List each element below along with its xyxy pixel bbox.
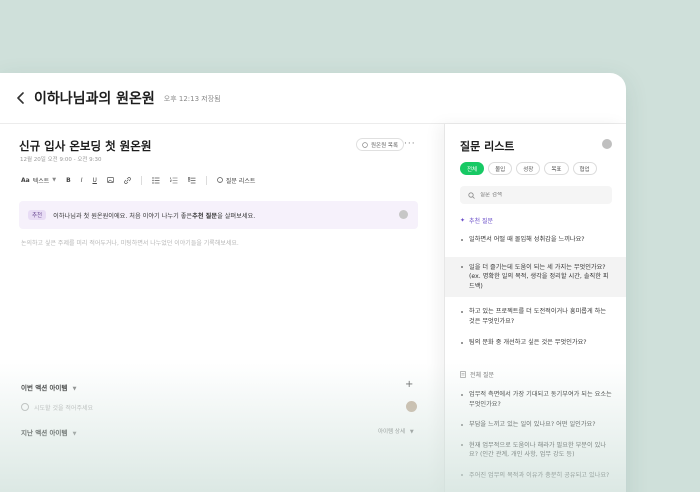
action-items-title: 이번 액션 아이템 [21,384,68,392]
list-item[interactable]: 업무적 측면에서 가장 기대되고 동기부여가 되는 요소는 무엇인가요? [445,390,626,409]
list-item[interactable]: 일을 더 즐기는데 도움이 되는 세 가지는 무엇인가요? (ex. 명확한 일… [445,256,626,297]
document-editor: 신규 입사 온보딩 첫 원온원 12월 20일 오전 9:00 - 오전 9:3… [0,124,444,492]
prev-action-items-title: 지난 액션 아이템 [21,429,68,437]
banner-text-suffix: 을 살펴보세요. [217,212,256,220]
question-list-label: 질문 리스트 [225,177,256,185]
saved-status: 오후 12:13 저장됨 [163,94,221,103]
recommended-label: 추천 질문 [469,218,494,225]
chip-growth[interactable]: 성장 [516,162,541,175]
sparkle-icon: ✦ [460,217,466,224]
item-detail-button[interactable]: 아이템 상세 ▼ [378,427,414,435]
banner-highlight: 추천 질문 [192,212,218,220]
list-item[interactable]: 일하면서 어떨 때 몰입해 성취감을 느끼나요? [445,235,626,245]
todo-checkbox[interactable] [21,403,29,411]
one-on-one-list-button[interactable]: 원온원 목록 [356,138,405,151]
top-bar: 이하나님과의 원온원 오후 12:13 저장됨 [0,73,626,124]
more-icon[interactable]: ··· [404,139,416,149]
editor-placeholder[interactable]: 논의하고 싶은 주제를 미리 적어두거나, 미팅하면서 나누었던 이야기들을 기… [21,238,239,247]
bold-button[interactable]: B [66,177,71,184]
text-style-label: 텍스트 [32,177,50,185]
action-items-header[interactable]: 이번 액션 아이템 ▼ [21,382,77,392]
all-questions-label: 전체 질문 [470,372,494,379]
bullet-list-button[interactable] [152,176,160,184]
list-item[interactable]: 현재 업무적으로 도움이나 해라가 필요한 부분이 있나요? (인간 관계, 개… [445,441,626,460]
page-title: 이하나님과의 원온원 [34,91,155,107]
chevron-down-icon: ▼ [409,429,414,435]
recommended-question-list: 일하면서 어떨 때 몰입해 성취감을 느끼나요? 일을 더 즐기는데 도움이 되… [445,235,626,348]
text-style-icon: Aa [21,176,30,184]
toolbar-divider [205,175,207,185]
chip-goal[interactable]: 목표 [544,162,569,175]
banner-text-prefix: 이하나님과 첫 원온원이에요. 처음 이야기 나누기 좋은 [53,212,193,220]
list-icon [362,141,368,148]
list-item[interactable]: 주어진 업무의 목적과 이유가 충분히 공유되고 있나요? [445,471,626,481]
question-search[interactable] [460,186,612,204]
recommendation-banner[interactable]: 추천 이하나님과 첫 원온원이에요. 처음 이야기 나누기 좋은 추천 질문 을 … [19,201,418,229]
numbered-list-button[interactable] [169,176,178,184]
prev-action-items-header[interactable]: 지난 액션 아이템 ▼ [21,427,77,437]
app-window: 이하나님과의 원온원 오후 12:13 저장됨 신규 입사 온보딩 첫 원온원 … [0,73,626,492]
one-on-one-list-label: 원온원 목록 [371,142,399,149]
list-item[interactable]: 하고 있는 프로젝트를 더 도전적이거나 흥미롭게 하는 것은 무엇인가요? [445,307,626,326]
meeting-date: 12월 20일 오전 9:00 - 오전 9:30 [20,157,102,163]
chip-all[interactable]: 전체 [460,162,485,175]
question-panel: 질문 리스트 전체 몰입 성장 목표 협업 ✦ 추천 질문 일하면서 어떨 때 … [444,124,626,492]
image-button[interactable] [107,177,114,183]
question-icon [217,177,223,183]
all-question-list: 업무적 측면에서 가장 기대되고 동기부여가 되는 요소는 무엇인가요? 부담을… [445,390,626,480]
todo-input[interactable]: 시도할 것을 적어주세요 [34,403,93,412]
image-icon [107,177,114,183]
bullet-list-icon [152,176,160,184]
checklist-button[interactable] [187,176,196,184]
chevron-down-icon: ▼ [72,386,77,392]
avatar[interactable] [406,401,417,412]
editor-toolbar: Aa 텍스트 ▼ B I U 질문 리스트 [21,174,265,186]
chip-collaboration[interactable]: 협업 [572,162,597,175]
text-style-dropdown[interactable]: Aa 텍스트 ▼ [21,176,56,185]
chip-immersion[interactable]: 몰입 [488,162,513,175]
all-questions-section-label: 전체 질문 [460,370,494,379]
search-input[interactable] [480,192,600,198]
list-item[interactable]: 팀의 문화 중 개선하고 싶은 것은 무엇인가요? [445,338,626,348]
question-list-button[interactable]: 질문 리스트 [217,176,256,185]
underline-button[interactable]: U [92,177,96,184]
recommended-section-label: ✦ 추천 질문 [460,216,493,225]
search-icon [468,191,475,199]
list-item[interactable]: 부담을 느끼고 있는 일이 있나요? 어떤 일인가요? [445,420,626,430]
italic-button[interactable]: I [81,177,83,184]
checklist-icon [187,176,196,183]
add-action-item-icon[interactable]: + [405,379,413,390]
chevron-down-icon: ▼ [72,431,77,437]
chevron-left-icon[interactable] [16,92,26,104]
item-detail-label: 아이템 상세 [378,429,406,435]
toolbar-divider [140,175,142,185]
document-icon [460,371,466,378]
caret-down-icon: ▼ [52,177,57,183]
panel-title: 질문 리스트 [460,140,515,153]
link-icon [124,176,131,184]
link-button[interactable] [124,176,131,184]
close-icon[interactable] [399,210,408,219]
numbered-list-icon [169,176,178,183]
document-title[interactable]: 신규 입사 온보딩 첫 원온원 [19,138,151,154]
category-chips: 전체 몰입 성장 목표 협업 [460,162,597,175]
recommendation-tag: 추천 [28,210,47,220]
close-icon[interactable] [602,139,612,149]
